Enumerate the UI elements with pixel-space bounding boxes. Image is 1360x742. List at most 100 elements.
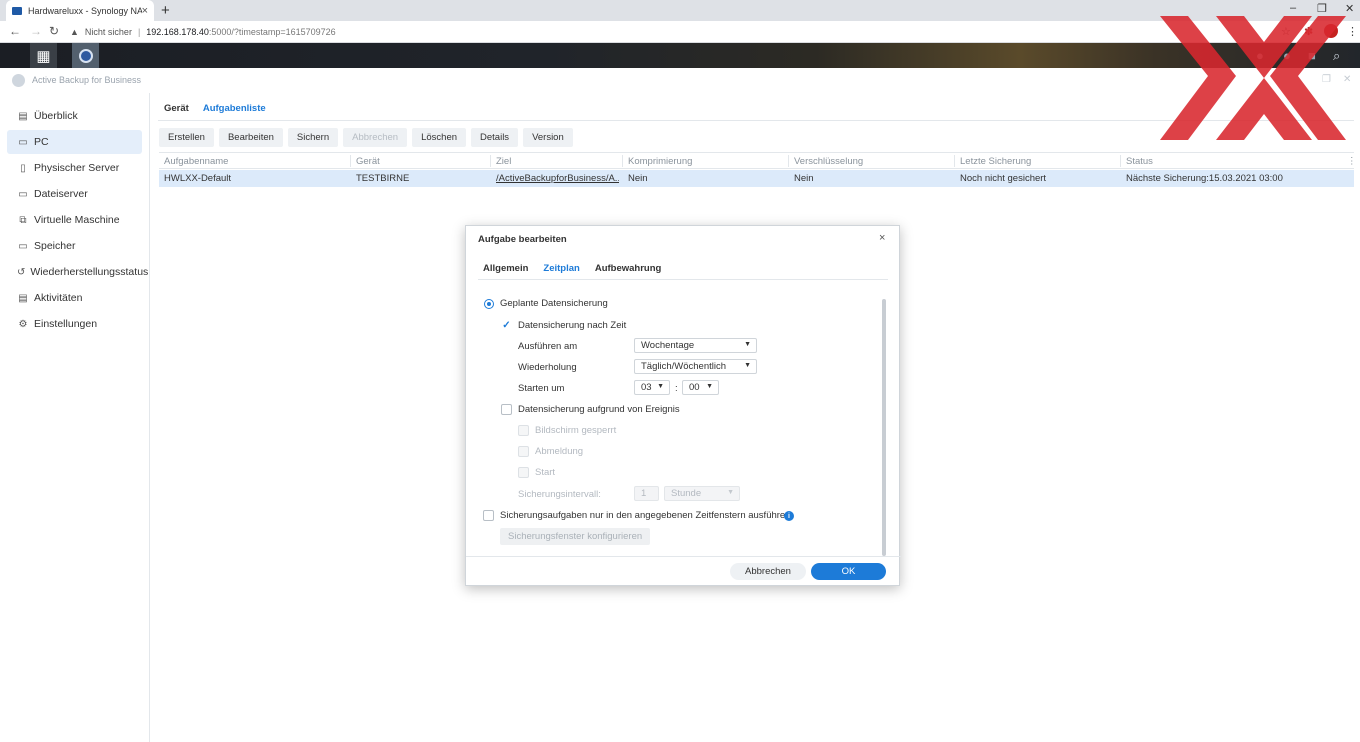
url-text: 192.168.178.40:5000/?timestamp=161570972… xyxy=(146,27,335,37)
column-header-last-backup[interactable]: Letzte Sicherung xyxy=(960,156,1031,167)
delete-button[interactable]: Löschen xyxy=(412,128,467,147)
browser-menu-icon[interactable]: ⋮ xyxy=(1347,25,1358,38)
restore-window-icon[interactable]: ❐ xyxy=(1322,74,1331,85)
run-on-select[interactable]: Wochentage ▼ xyxy=(634,338,757,353)
sidebar-item-label: Überblick xyxy=(34,110,78,122)
dialog-scrollbar[interactable] xyxy=(882,299,886,556)
column-header-encryption[interactable]: Verschlüsselung xyxy=(794,156,863,167)
column-header-device[interactable]: Gerät xyxy=(356,156,380,167)
cancel-backup-button[interactable]: Abbrechen xyxy=(343,128,408,147)
version-button[interactable]: Version xyxy=(523,128,573,147)
chat-icon[interactable]: ● xyxy=(1256,48,1264,63)
close-tab-icon[interactable]: × xyxy=(142,5,148,17)
sidebar-item-virtual-machine[interactable]: ⧉ Virtuelle Maschine xyxy=(7,208,142,232)
interval-input[interactable]: 1 xyxy=(634,486,659,501)
sidebar-item-overview[interactable]: ▤ Überblick xyxy=(7,104,142,128)
event-backup-checkbox[interactable] xyxy=(501,404,512,415)
time-backup-checkbox[interactable]: ✓ xyxy=(501,320,512,331)
tab-general[interactable]: Allgemein xyxy=(483,263,528,274)
reload-icon[interactable]: ↻ xyxy=(49,24,59,38)
cell-destination-link[interactable]: /ActiveBackupforBusiness/A... xyxy=(496,173,619,184)
sidebar-item-physical-server[interactable]: ▯ Physischer Server xyxy=(7,156,142,180)
url-path: :5000/?timestamp=1615709726 xyxy=(208,27,336,37)
app-logo-icon xyxy=(12,74,25,87)
start-hour-select[interactable]: 03 ▼ xyxy=(634,380,670,395)
profile-avatar[interactable] xyxy=(1324,24,1338,38)
column-header-status[interactable]: Status xyxy=(1126,156,1153,167)
tab-retention[interactable]: Aufbewahrung xyxy=(595,263,662,274)
screen-locked-label: Bildschirm gesperrt xyxy=(535,425,617,436)
configure-window-button[interactable]: Sicherungsfenster konfigurieren xyxy=(500,528,651,545)
interval-unit-value: Stunde xyxy=(671,488,702,499)
tab-device[interactable]: Gerät xyxy=(164,103,189,114)
startup-checkbox[interactable] xyxy=(518,467,529,478)
column-header-compression[interactable]: Komprimierung xyxy=(628,156,692,167)
maximize-icon[interactable]: ❐ xyxy=(1317,2,1327,15)
column-header-destination[interactable]: Ziel xyxy=(496,156,511,167)
extension-icon[interactable]: ✽ xyxy=(1304,25,1313,38)
security-label: Nicht sicher xyxy=(84,27,132,37)
edit-task-dialog: Aufgabe bearbeiten × Allgemein Zeitplan … xyxy=(465,225,901,586)
interval-value: 1 xyxy=(641,488,647,499)
sidebar-item-settings[interactable]: ⚙ Einstellungen xyxy=(7,312,142,336)
activity-icon: ▤ xyxy=(18,292,28,304)
startup-label: Start xyxy=(535,467,556,478)
sidebar-item-file-server[interactable]: ▭ Dateiserver xyxy=(7,182,142,206)
cell-encryption: Nein xyxy=(794,173,814,184)
browser-tab-strip: Hardwareluxx - Synology NAS × + – ❐ ✕ xyxy=(0,0,1360,21)
table-row[interactable]: HWLXX-Default TESTBIRNE /ActiveBackupfor… xyxy=(159,170,1354,187)
sidebar-item-restore-status[interactable]: ↺ Wiederherstellungsstatus xyxy=(7,260,148,284)
column-header-task-name[interactable]: Aufgabenname xyxy=(164,156,228,167)
server-icon: ▯ xyxy=(20,162,26,174)
dialog-tabs-divider xyxy=(478,279,888,280)
search-icon[interactable]: ⌕ xyxy=(1333,48,1340,64)
user-icon[interactable]: ● xyxy=(1283,48,1291,63)
backup-button[interactable]: Sichern xyxy=(287,128,339,147)
new-tab-button[interactable]: + xyxy=(161,2,170,19)
window-only-checkbox[interactable] xyxy=(483,510,494,521)
sidebar-item-activities[interactable]: ▤ Aktivitäten xyxy=(7,286,142,310)
column-options-icon[interactable]: ⋮ xyxy=(1347,156,1357,167)
browser-tab[interactable]: Hardwareluxx - Synology NAS × xyxy=(6,0,154,21)
scheduled-backup-radio[interactable] xyxy=(484,299,494,309)
url-host: 192.168.178.40 xyxy=(146,27,209,37)
logout-checkbox[interactable] xyxy=(518,446,529,457)
start-hour-value: 03 xyxy=(641,382,652,393)
interval-label: Sicherungsintervall: xyxy=(518,489,601,500)
column-divider xyxy=(622,155,623,167)
ok-button[interactable]: OK xyxy=(811,563,886,580)
back-icon[interactable]: ← xyxy=(9,24,21,38)
dialog-footer-divider xyxy=(466,556,901,557)
minimize-icon[interactable]: – xyxy=(1290,2,1296,14)
widgets-icon[interactable]: ■ xyxy=(1308,48,1316,63)
sidebar-item-pc[interactable]: ▭ PC xyxy=(7,130,142,154)
chevron-down-icon: ▼ xyxy=(706,383,713,390)
cancel-button[interactable]: Abbrechen xyxy=(730,563,806,580)
forward-icon[interactable]: → xyxy=(30,24,42,38)
dialog-close-icon[interactable]: × xyxy=(879,232,885,244)
storage-icon: ▭ xyxy=(18,240,28,252)
close-window-icon[interactable]: ✕ xyxy=(1345,2,1354,15)
dialog-tabs: Allgemein Zeitplan Aufbewahrung xyxy=(483,263,661,274)
screen-locked-checkbox[interactable] xyxy=(518,425,529,436)
bookmark-star-icon[interactable]: ☆ xyxy=(1281,25,1291,38)
address-bar[interactable]: ▲ Nicht sicher | 192.168.178.40:5000/?ti… xyxy=(70,23,1295,41)
overview-icon: ▤ xyxy=(18,110,28,122)
info-icon[interactable]: i xyxy=(784,511,794,521)
close-app-icon[interactable]: ✕ xyxy=(1343,74,1351,85)
pc-icon: ▭ xyxy=(18,136,28,148)
column-divider xyxy=(490,155,491,167)
create-button[interactable]: Erstellen xyxy=(159,128,214,147)
toolbar: Erstellen Bearbeiten Sichern Abbrechen L… xyxy=(159,128,573,147)
sidebar: ▤ Überblick ▭ PC ▯ Physischer Server ▭ D… xyxy=(0,93,150,742)
start-minute-select[interactable]: 00 ▼ xyxy=(682,380,719,395)
details-button[interactable]: Details xyxy=(471,128,519,147)
sidebar-item-storage[interactable]: ▭ Speicher xyxy=(7,234,142,258)
tab-schedule[interactable]: Zeitplan xyxy=(543,263,579,274)
main-menu-grid-icon[interactable]: ▦ xyxy=(30,43,57,68)
tab-task-list[interactable]: Aufgabenliste xyxy=(203,103,266,114)
edit-button[interactable]: Bearbeiten xyxy=(218,128,283,147)
active-backup-app-icon[interactable] xyxy=(72,43,99,68)
interval-unit-select[interactable]: Stunde ▼ xyxy=(664,486,740,501)
repeat-select[interactable]: Täglich/Wöchentlich ▼ xyxy=(634,359,757,374)
